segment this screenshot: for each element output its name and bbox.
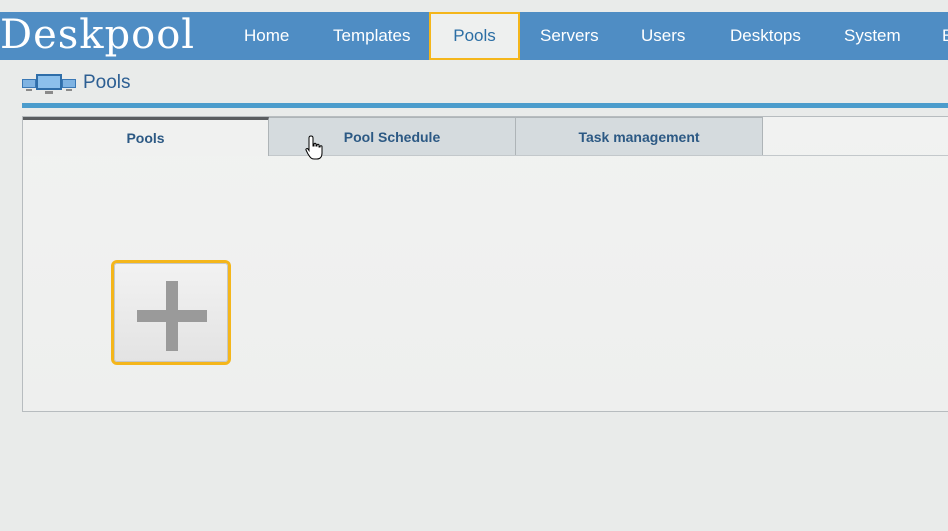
hand-cursor-icon — [305, 135, 323, 160]
title-divider — [22, 103, 948, 108]
nav-pools[interactable]: Pools — [431, 14, 518, 58]
nav-servers[interactable]: Servers — [540, 12, 599, 60]
nav-users[interactable]: Users — [641, 12, 685, 60]
tab-pools[interactable]: Pools — [23, 117, 269, 156]
nav-templates[interactable]: Templates — [333, 12, 410, 60]
nav-home[interactable]: Home — [244, 12, 289, 60]
add-pool-button[interactable] — [114, 263, 228, 362]
content-panel: Pools Pool Schedule Task management — [22, 116, 948, 412]
monitors-icon — [22, 74, 76, 94]
tab-bar: Pools Pool Schedule Task management — [23, 117, 948, 156]
nav-desktops[interactable]: Desktops — [730, 12, 801, 60]
main-nav: Home Templates Pools Servers Users Deskt… — [0, 12, 948, 60]
nav-item-truncated[interactable]: E — [942, 12, 948, 60]
nav-system[interactable]: System — [844, 12, 901, 60]
page-title: Pools — [83, 72, 131, 93]
tab-task-management[interactable]: Task management — [516, 117, 763, 155]
top-navigation-bar: Deskpool Home Templates Pools Servers Us… — [0, 12, 948, 60]
